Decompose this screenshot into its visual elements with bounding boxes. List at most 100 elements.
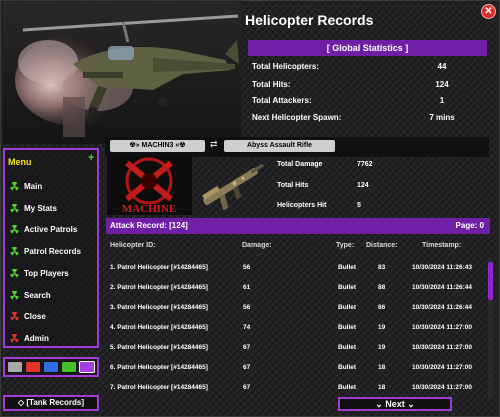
radiation-icon [10, 333, 19, 343]
cell-distance: 86 [378, 304, 386, 311]
cell-id: 1. Patrol Helicopter [#14284465] [110, 264, 208, 271]
tank-records-button[interactable]: ◇ [Tank Records] [3, 395, 99, 411]
player-stat-value: 124 [357, 182, 369, 189]
cell-type: Bullet [338, 264, 357, 271]
cell-timestamp: 10/30/2024 11:27:00 [412, 344, 472, 351]
swatch-blue[interactable] [43, 361, 59, 373]
menu-item-search[interactable]: Search [10, 287, 96, 303]
player-name-button[interactable]: ☢» MACHIN3 «☢ [110, 140, 205, 152]
stat-label: Total Hits: [252, 80, 291, 89]
stat-value: 44 [437, 62, 447, 71]
menu-item-active-patrols[interactable]: Active Patrols [10, 221, 96, 237]
page-indicator: Page: 0 [455, 221, 484, 230]
table-row[interactable]: 5. Patrol Helicopter [#14284465] 67 Bull… [106, 338, 486, 358]
swatch-purple[interactable] [79, 361, 95, 373]
attack-record-title: Attack Record: [124] [110, 221, 188, 230]
cell-type: Bullet [338, 384, 357, 391]
cell-distance: 18 [378, 364, 386, 371]
stat-row-next-spawn: Next Helicopter Spawn: 7 mins [252, 113, 482, 131]
menu-item-label: Patrol Records [24, 246, 81, 256]
cell-damage: 56 [243, 264, 251, 271]
radiation-icon [10, 311, 19, 321]
swap-icon[interactable]: ⇄ [210, 139, 218, 150]
cell-distance: 19 [378, 324, 386, 331]
menu-item-label: Close [24, 311, 46, 321]
player-stat-label: Total Damage [277, 161, 323, 168]
menu-item-close[interactable]: Close [10, 308, 96, 324]
stat-row-total-attackers: Total Attackers: 1 [252, 96, 482, 114]
table-row[interactable]: 7. Patrol Helicopter [#14284465] 67 Bull… [106, 378, 486, 398]
player-stat-label: Helicopters Hit [277, 202, 327, 209]
table-row[interactable]: 4. Patrol Helicopter [#14284465] 74 Bull… [106, 318, 486, 338]
radiation-icon [10, 224, 19, 234]
cell-distance: 18 [378, 384, 386, 391]
menu-item-patrol-records[interactable]: Patrol Records [10, 243, 96, 259]
scrollbar-thumb[interactable] [488, 262, 493, 300]
cell-timestamp: 10/30/2024 11:26:44 [412, 304, 472, 311]
stat-row-total-helicopters: Total Helicopters: 44 [252, 62, 482, 80]
menu-item-label: Active Patrols [24, 224, 78, 234]
swatch-gray[interactable] [7, 361, 23, 373]
cell-id: 3. Patrol Helicopter [#14284465] [110, 304, 208, 311]
cell-timestamp: 10/30/2024 11:26:44 [412, 284, 472, 291]
column-damage: Damage: [242, 242, 272, 249]
table-row[interactable]: 1. Patrol Helicopter [#14284465] 56 Bull… [106, 258, 486, 278]
column-helicopter-id: Helicopter ID: [110, 242, 156, 249]
cell-id: 7. Patrol Helicopter [#14284465] [110, 384, 208, 391]
stat-label: Next Helicopter Spawn: [252, 113, 342, 122]
helicopter-hero-image [3, 2, 241, 144]
menu-item-admin[interactable]: Admin [10, 330, 96, 346]
cell-id: 2. Patrol Helicopter [#14284465] [110, 284, 208, 291]
cell-id: 5. Patrol Helicopter [#14284465] [110, 344, 208, 351]
stat-value: 124 [435, 80, 449, 89]
rifle-icon [195, 160, 269, 211]
menu-title: Menu [8, 157, 32, 167]
stat-value: 1 [439, 96, 445, 105]
cell-type: Bullet [338, 364, 357, 371]
theme-color-picker [3, 357, 99, 377]
table-row[interactable]: 2. Patrol Helicopter [#14284465] 61 Bull… [106, 278, 486, 298]
close-icon[interactable]: ✕ [481, 4, 496, 19]
window-title: Helicopter Records [245, 12, 374, 28]
global-statistics-header: [ Global Statistics ] [248, 40, 487, 56]
cell-timestamp: 10/30/2024 11:26:43 [412, 264, 472, 271]
stat-value: 7 mins [429, 113, 455, 122]
cell-damage: 74 [243, 324, 251, 331]
radiation-icon [10, 246, 19, 256]
stat-label: Total Attackers: [252, 96, 312, 105]
cell-distance: 83 [378, 264, 386, 271]
column-timestamp: Timestamp: [422, 242, 462, 249]
cell-damage: 67 [243, 364, 251, 371]
table-row[interactable]: 3. Patrol Helicopter [#14284465] 56 Bull… [106, 298, 486, 318]
column-type: Type: [336, 242, 355, 249]
menu-item-label: My Stats [24, 203, 57, 213]
menu-item-label: Search [24, 290, 51, 300]
menu-item-top-players[interactable]: Top Players [10, 265, 96, 281]
cell-timestamp: 10/30/2024 11:27:00 [412, 324, 472, 331]
player-stat-value: 7762 [357, 161, 373, 168]
cell-type: Bullet [338, 324, 357, 331]
menu-item-main[interactable]: Main [10, 178, 96, 194]
cell-timestamp: 10/30/2024 11:27:00 [412, 364, 472, 371]
next-page-button[interactable]: ⌄ Next ⌄ [338, 397, 452, 411]
swatch-green[interactable] [61, 361, 77, 373]
player-stat-label: Total Hits [277, 182, 309, 189]
cell-type: Bullet [338, 344, 357, 351]
weapon-name-button[interactable]: Abyss Assault Rifle [224, 140, 335, 152]
cell-damage: 61 [243, 284, 251, 291]
radiation-icon [10, 181, 19, 191]
add-icon[interactable]: + [88, 152, 94, 164]
cell-distance: 88 [378, 284, 386, 291]
logo-wordmark: MACHINE [122, 203, 176, 215]
radiation-icon [10, 290, 19, 300]
player-logo: MACHINE [107, 155, 192, 215]
column-distance: Distance: [366, 242, 398, 249]
cell-damage: 67 [243, 344, 251, 351]
menu-item-my-stats[interactable]: My Stats [10, 200, 96, 216]
stat-label: Total Helicopters: [252, 62, 319, 71]
cell-damage: 56 [243, 304, 251, 311]
table-row[interactable]: 6. Patrol Helicopter [#14284465] 67 Bull… [106, 358, 486, 378]
swatch-red[interactable] [25, 361, 41, 373]
player-stat-value: 5 [357, 202, 361, 209]
menu-item-label: Top Players [24, 268, 69, 278]
